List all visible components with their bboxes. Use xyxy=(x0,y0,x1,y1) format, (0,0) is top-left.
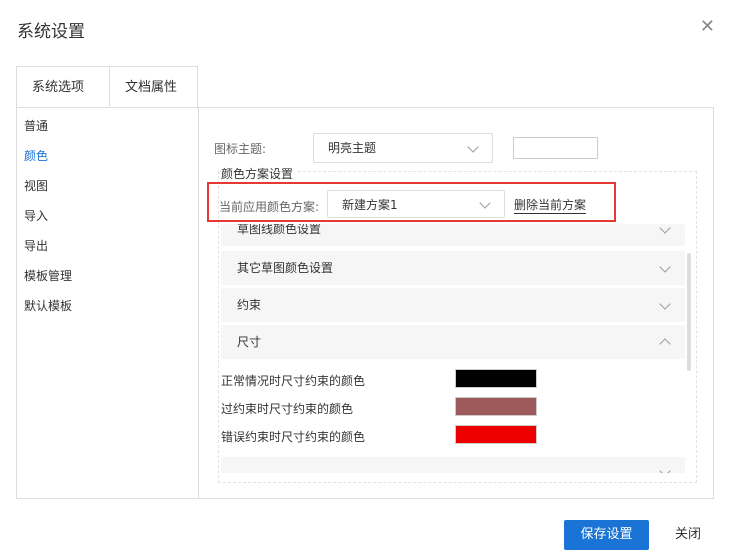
dialog-title: 系统设置 xyxy=(17,22,85,42)
error-dimension-color-swatch[interactable] xyxy=(455,425,537,444)
current-scheme-select[interactable]: 新建方案1 xyxy=(327,190,505,218)
settings-panel: 普通 颜色 视图 导入 导出 模板管理 默认模板 图标主题: 明亮主题 颜色方案… xyxy=(16,107,714,499)
icon-theme-value: 明亮主题 xyxy=(328,141,377,155)
chevron-down-icon xyxy=(659,261,671,273)
over-constrained-color-swatch[interactable] xyxy=(455,397,537,416)
accordion-other-sketch-colors[interactable]: 其它草图颜色设置 xyxy=(221,251,685,285)
error-dimension-color-label: 错误约束时尺寸约束的颜色 xyxy=(221,430,366,444)
tab-document-properties[interactable]: 文档属性 xyxy=(110,66,198,107)
icon-theme-label: 图标主题: xyxy=(214,142,267,156)
save-button[interactable]: 保存设置 xyxy=(564,520,649,550)
close-button[interactable]: 关闭 xyxy=(675,520,701,550)
system-settings-dialog: 系统设置 ✕ 系统选项 文档属性 普通 颜色 视图 导入 导出 模板管理 默认模… xyxy=(0,0,729,560)
icon-theme-select[interactable]: 明亮主题 xyxy=(313,133,493,163)
normal-dimension-color-swatch[interactable] xyxy=(455,369,537,388)
accordion-title: 实体 xyxy=(237,463,261,473)
accordion-sketch-line-colors[interactable]: 草图线颜色设置 xyxy=(221,224,685,246)
scrollbar[interactable] xyxy=(687,253,691,371)
chevron-up-icon xyxy=(659,338,671,350)
accordion-title: 约束 xyxy=(237,298,262,312)
sidebar-item-import[interactable]: 导入 xyxy=(24,207,48,224)
chevron-down-icon xyxy=(479,197,491,209)
sidebar-item-template-management[interactable]: 模板管理 xyxy=(24,267,72,284)
close-icon[interactable]: ✕ xyxy=(700,18,715,36)
chevron-down-icon xyxy=(659,465,671,473)
accordion-title: 草图线颜色设置 xyxy=(237,224,322,236)
chevron-down-icon xyxy=(659,298,671,310)
sidebar-item-color[interactable]: 颜色 xyxy=(24,147,48,164)
accordion-constraints[interactable]: 约束 xyxy=(221,288,685,322)
current-scheme-label: 当前应用颜色方案: xyxy=(219,200,320,214)
accordion-dimensions[interactable]: 尺寸 xyxy=(221,325,685,359)
sidebar-item-view[interactable]: 视图 xyxy=(24,177,48,194)
sidebar-item-export[interactable]: 导出 xyxy=(24,237,48,254)
sidebar: 普通 颜色 视图 导入 导出 模板管理 默认模板 xyxy=(17,108,199,498)
accordion-title: 尺寸 xyxy=(237,335,262,349)
sidebar-item-general[interactable]: 普通 xyxy=(24,117,48,134)
color-settings-content: 图标主题: 明亮主题 颜色方案设置 当前应用颜色方案: 新建方案1 删除当前方案… xyxy=(199,108,713,498)
chevron-down-icon xyxy=(467,141,479,153)
chevron-down-icon xyxy=(659,224,671,234)
over-constrained-color-label: 过约束时尺寸约束的颜色 xyxy=(221,402,354,416)
sidebar-item-default-template[interactable]: 默认模板 xyxy=(24,297,72,314)
tab-system-options[interactable]: 系统选项 xyxy=(16,66,110,107)
accordion-solids[interactable]: 实体 xyxy=(221,457,685,473)
color-scheme-title: 颜色方案设置 xyxy=(221,165,298,182)
current-scheme-value: 新建方案1 xyxy=(342,198,398,212)
normal-dimension-color-label: 正常情况时尺寸约束的颜色 xyxy=(221,374,366,388)
delete-scheme-link[interactable]: 删除当前方案 xyxy=(514,198,587,214)
accordion-title: 其它草图颜色设置 xyxy=(237,261,334,275)
tab-bar: 系统选项 文档属性 xyxy=(16,66,198,108)
theme-color-preview[interactable] xyxy=(513,137,598,159)
